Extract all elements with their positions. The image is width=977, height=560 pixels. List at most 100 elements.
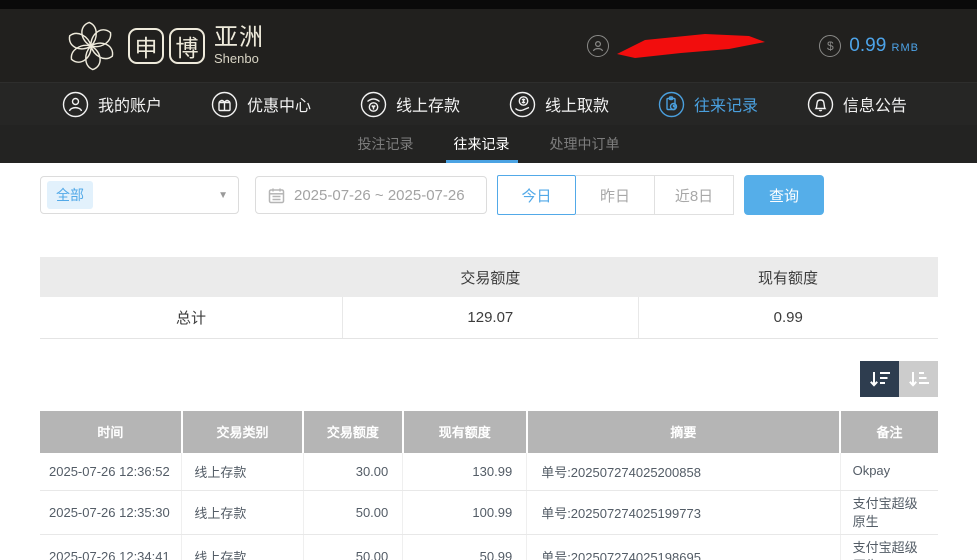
balance-chip[interactable]: $ 0.99 RMB	[819, 35, 919, 57]
quick-today-button[interactable]: 今日	[497, 175, 576, 215]
dollar-icon: $	[819, 35, 841, 57]
logo-region-zh: 亚洲	[214, 26, 264, 50]
records-table: 时间 交易类别 交易额度 现有额度 摘要 备注 2025-07-26 12:36…	[40, 411, 938, 560]
user-chip[interactable]	[587, 32, 767, 60]
gift-icon	[211, 91, 238, 118]
cell-memo: 单号:202507274025199773	[527, 491, 840, 535]
cell-type: 线上存款	[182, 453, 303, 491]
sub-nav: 投注记录 往来记录 处理中订单	[0, 125, 977, 163]
subtab-label: 往来记录	[454, 134, 510, 154]
main-nav: 我的账户 优惠中心 线上存款 线上取款 往来记录 信息公告	[0, 82, 977, 125]
col-header-note: 备注	[840, 411, 938, 453]
quick-label: 昨日	[600, 185, 630, 206]
col-header-amount: 交易额度	[303, 411, 403, 453]
logo-char-box: 博	[169, 28, 205, 64]
nav-label: 我的账户	[98, 92, 162, 116]
cell-amount: 30.00	[303, 453, 403, 491]
summary-table: 交易额度 现有额度 总计 129.07 0.99	[40, 257, 938, 339]
nav-item-my-account[interactable]: 我的账户	[62, 91, 162, 118]
col-header-balance: 现有额度	[403, 411, 527, 453]
col-header-type: 交易类别	[182, 411, 303, 453]
nav-label: 线上取款	[545, 92, 609, 116]
bell-icon	[807, 91, 834, 118]
nav-item-announcements[interactable]: 信息公告	[807, 91, 907, 118]
tab-transaction-records[interactable]: 往来记录	[452, 125, 512, 163]
tab-bet-records[interactable]: 投注记录	[356, 125, 416, 163]
quick-last8days-button[interactable]: 近8日	[655, 175, 734, 215]
sort-ascending-button[interactable]	[899, 361, 938, 397]
date-range-value: 2025-07-26 ~ 2025-07-26	[294, 187, 465, 204]
cell-memo: 单号:202507274025200858	[527, 453, 840, 491]
nav-label: 往来记录	[694, 92, 758, 116]
cell-type: 线上存款	[182, 535, 303, 560]
logo-region: 亚洲 Shenbo	[214, 26, 264, 65]
nav-item-online-withdraw[interactable]: 线上取款	[509, 91, 609, 118]
top-strip	[0, 0, 977, 9]
nav-item-promotions[interactable]: 优惠中心	[211, 91, 311, 118]
summary-header-empty	[40, 257, 343, 297]
nav-label: 信息公告	[843, 92, 907, 116]
cell-note: 支付宝超级原生	[840, 535, 938, 560]
redacted-username	[617, 32, 767, 60]
nav-item-online-deposit[interactable]: 线上存款	[360, 91, 460, 118]
table-row: 2025-07-26 12:36:52 线上存款 30.00 130.99 单号…	[40, 453, 938, 491]
cell-time: 2025-07-26 12:34:41	[40, 535, 182, 560]
quick-label: 今日	[521, 185, 551, 206]
records-icon	[658, 91, 685, 118]
table-row: 2025-07-26 12:34:41 线上存款 50.00 50.99 单号:…	[40, 535, 938, 560]
sort-controls	[40, 361, 938, 397]
sort-descending-button[interactable]	[860, 361, 899, 397]
chevron-down-icon: ▼	[218, 190, 228, 201]
subtab-label: 处理中订单	[550, 134, 620, 154]
brand-logo[interactable]: 申 博 亚洲 Shenbo	[60, 17, 264, 75]
type-select[interactable]: 全部 ▼	[40, 176, 239, 214]
summary-total-label: 总计	[40, 297, 343, 338]
cell-balance: 100.99	[403, 491, 527, 535]
summary-total-row: 总计 129.07 0.99	[40, 297, 938, 338]
search-button[interactable]: 查询	[744, 175, 824, 215]
user-icon	[62, 91, 89, 118]
cell-amount: 50.00	[303, 491, 403, 535]
balance-currency: RMB	[892, 42, 919, 54]
records-header-row: 时间 交易类别 交易额度 现有额度 摘要 备注	[40, 411, 938, 453]
sort-desc-icon	[869, 369, 891, 389]
user-avatar-icon	[587, 35, 609, 57]
table-row: 2025-07-26 12:35:30 线上存款 50.00 100.99 单号…	[40, 491, 938, 535]
sort-asc-icon	[908, 369, 930, 389]
col-header-time: 时间	[40, 411, 182, 453]
logo-region-en: Shenbo	[214, 52, 264, 65]
cell-balance: 130.99	[403, 453, 527, 491]
summary-total-balance: 0.99	[638, 297, 938, 338]
tab-pending-orders[interactable]: 处理中订单	[548, 125, 622, 163]
col-header-memo: 摘要	[527, 411, 840, 453]
cell-note: 支付宝超级原生	[840, 491, 938, 535]
nav-label: 优惠中心	[247, 92, 311, 116]
summary-header-trade: 交易额度	[343, 257, 638, 297]
quick-yesterday-button[interactable]: 昨日	[576, 175, 655, 215]
nav-item-transaction-records[interactable]: 往来记录	[658, 91, 758, 118]
main-content: 全部 ▼ 2025-07-26 ~ 2025-07-26 今日 昨日 近8日 查…	[0, 163, 977, 560]
summary-header-row: 交易额度 现有额度	[40, 257, 938, 297]
cell-time: 2025-07-26 12:36:52	[40, 453, 182, 491]
filter-bar: 全部 ▼ 2025-07-26 ~ 2025-07-26 今日 昨日 近8日 查…	[40, 175, 938, 215]
subtab-label: 投注记录	[358, 134, 414, 154]
quick-range-group: 今日 昨日 近8日	[497, 175, 734, 215]
calendar-icon	[268, 187, 285, 204]
cell-amount: 50.00	[303, 535, 403, 560]
type-selected-tag: 全部	[47, 181, 93, 209]
cell-memo: 单号:202507274025198695	[527, 535, 840, 560]
cell-note: Okpay	[840, 453, 938, 491]
redaction-scribble	[617, 32, 767, 60]
balance-value: 0.99 RMB	[849, 35, 919, 57]
cell-time: 2025-07-26 12:35:30	[40, 491, 182, 535]
date-range-input[interactable]: 2025-07-26 ~ 2025-07-26	[255, 176, 487, 214]
site-header: 申 博 亚洲 Shenbo $ 0.99 RMB	[0, 9, 977, 82]
nav-label: 线上存款	[396, 92, 460, 116]
logo-char-box: 申	[128, 28, 164, 64]
summary-total-trade: 129.07	[343, 297, 638, 338]
quick-label: 近8日	[675, 185, 713, 206]
deposit-icon	[360, 91, 387, 118]
summary-header-balance: 现有额度	[638, 257, 938, 297]
withdraw-icon	[509, 91, 536, 118]
header-right: $ 0.99 RMB	[587, 32, 919, 60]
